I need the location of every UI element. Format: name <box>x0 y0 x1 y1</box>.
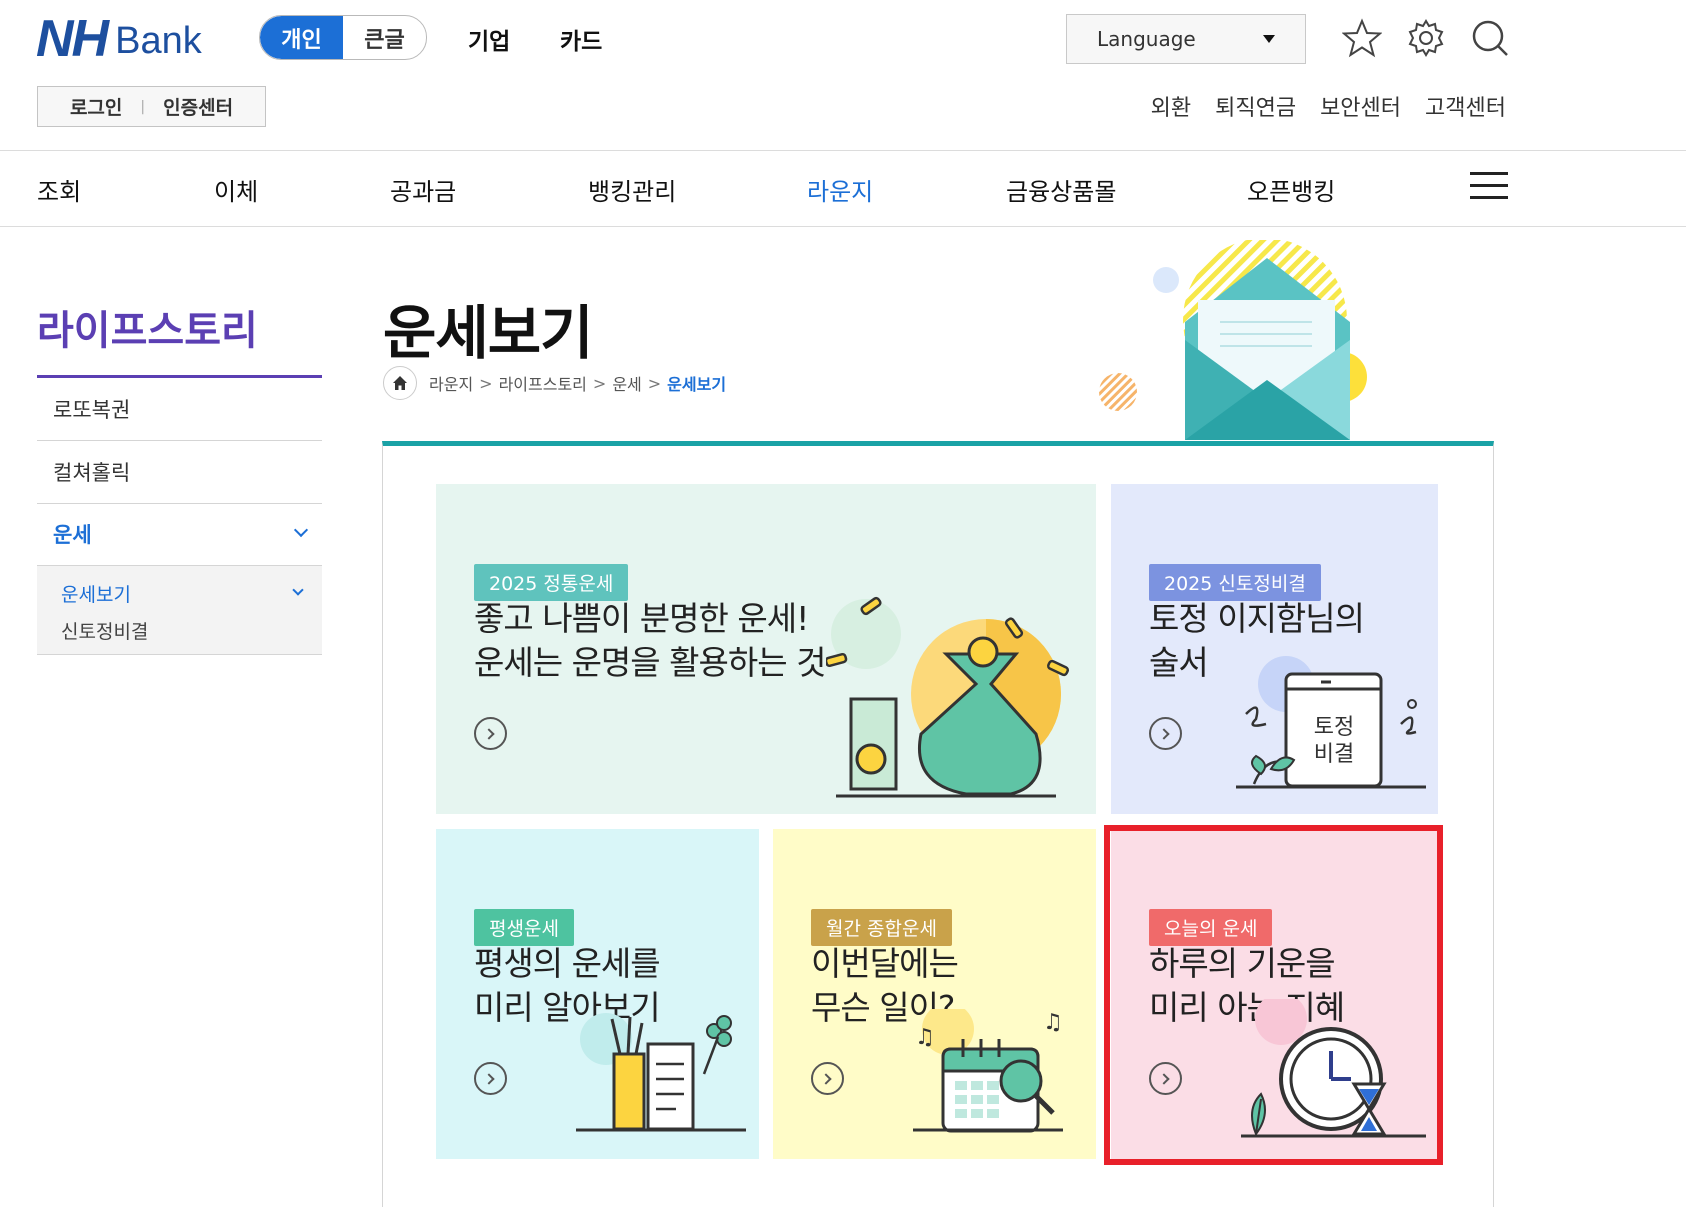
divider: | <box>140 98 146 115</box>
pen-document-illustration <box>576 1013 746 1132</box>
go-arrow-icon[interactable] <box>474 717 507 750</box>
nh-bank-logo[interactable]: NH Bank <box>36 10 202 68</box>
breadcrumb-current: 운세보기 <box>667 375 727 394</box>
logo-bank: Bank <box>115 20 202 62</box>
submenu-fortune-view[interactable]: 운세보기 <box>61 580 322 607</box>
book-title-line2: 비결 <box>1314 742 1354 767</box>
sidebar-title: 라이프스토리 <box>37 308 258 354</box>
go-arrow-icon[interactable] <box>811 1062 844 1095</box>
sidebar-item-fortune[interactable]: 운세 <box>37 503 322 566</box>
go-arrow-icon[interactable] <box>474 1062 507 1095</box>
sidebar-submenu: 운세보기 신토정비결 <box>37 566 322 655</box>
logo-nh: NH <box>36 10 109 68</box>
caret-down-icon <box>1263 35 1275 43</box>
large-text-mode-button[interactable]: 큰글 <box>343 16 426 59</box>
utility-nav: 외환 퇴직연금 보안센터 고객센터 <box>1151 90 1506 122</box>
card-title-line1: 좋고 나쁨이 분명한 운세! <box>474 599 809 638</box>
breadcrumb-lounge[interactable]: 라운지 <box>429 371 473 395</box>
language-select[interactable]: Language <box>1066 14 1306 64</box>
page-title: 운세보기 <box>383 299 593 367</box>
gnb-divider <box>0 226 1686 227</box>
hamburger-menu-icon[interactable] <box>1470 172 1508 202</box>
sidebar-item-label: 로또복권 <box>53 398 131 422</box>
sidebar-item-culture[interactable]: 컬쳐홀릭 <box>37 441 322 504</box>
breadcrumb-lifestory[interactable]: 라이프스토리 <box>499 371 587 395</box>
sidebar-item-label: 운세 <box>53 523 92 547</box>
card-traditional-fortune[interactable]: 2025 정통운세 좋고 나쁨이 분명한 운세! 운세는 운명을 활용하는 것 <box>436 484 1096 814</box>
util-customer[interactable]: 고객센터 <box>1425 90 1506 122</box>
gnb-inquiry[interactable]: 조회 <box>37 172 81 207</box>
language-label: Language <box>1097 27 1196 51</box>
svg-text:♫: ♫ <box>915 1025 935 1050</box>
card-title-line2: 운세는 운명을 활용하는 것 <box>474 643 826 682</box>
util-pension[interactable]: 퇴직연금 <box>1215 90 1296 122</box>
card-title-line2: 술서 <box>1149 643 1209 682</box>
personal-mode-button[interactable]: 개인 <box>260 16 343 59</box>
card-monthly-fortune[interactable]: 월간 종합운세 이번달에는 무슨 일이? ♫ ♫ <box>773 829 1096 1159</box>
search-icon[interactable] <box>1470 18 1510 58</box>
go-arrow-icon[interactable] <box>1149 717 1182 750</box>
card-title-line1: 평생의 운세를 <box>474 944 661 983</box>
topnav-card[interactable]: 카드 <box>560 22 602 56</box>
gnb-product-mall[interactable]: 금융상품몰 <box>1006 172 1116 207</box>
card-lifetime-fortune[interactable]: 평생운세 평생의 운세를 미리 알아보기 <box>436 829 759 1159</box>
login-link[interactable]: 로그인 <box>70 93 122 120</box>
util-security[interactable]: 보안센터 <box>1320 90 1401 122</box>
breadcrumb-fortune[interactable]: 운세 <box>612 371 641 395</box>
sidebar-item-label: 컬쳐홀릭 <box>53 461 131 485</box>
topnav-corporate[interactable]: 기업 <box>468 22 510 56</box>
submenu-new-tojeong[interactable]: 신토정비결 <box>61 621 148 643</box>
svg-text:♫: ♫ <box>1043 1010 1063 1035</box>
calendar-magnifier-illustration: ♫ ♫ <box>913 1009 1063 1133</box>
util-fx[interactable]: 외환 <box>1151 90 1191 122</box>
breadcrumb: 라운지 > 라이프스토리 > 운세 > 운세보기 <box>383 366 726 400</box>
sidebar-item-lotto[interactable]: 로또복권 <box>37 378 322 441</box>
cert-center-link[interactable]: 인증센터 <box>163 93 233 120</box>
selection-highlight-box <box>1104 825 1443 1165</box>
book-illustration: 토정 비결 <box>1236 656 1426 789</box>
envelope-illustration <box>1099 240 1367 440</box>
money-bag-illustration <box>826 596 1070 798</box>
page: NH Bank 개인 큰글 기업 카드 Language 로그인 | 인증센터 … <box>0 0 1686 1207</box>
gnb-transfer[interactable]: 이체 <box>214 172 258 207</box>
card-title-line1: 토정 이지함님의 <box>1149 599 1365 638</box>
book-title-line1: 토정 <box>1314 715 1354 740</box>
chevron-down-icon <box>293 522 309 538</box>
card-new-tojeong[interactable]: 2025 신토정비결 토정 이지함님의 술서 토정 비결 <box>1111 484 1438 814</box>
home-icon[interactable] <box>383 366 417 400</box>
gnb-banking-mgmt[interactable]: 뱅킹관리 <box>588 172 676 207</box>
gnb-open-banking[interactable]: 오픈뱅킹 <box>1247 172 1335 207</box>
gnb-utility-bills[interactable]: 공과금 <box>390 172 456 207</box>
gnb-lounge[interactable]: 라운지 <box>807 172 873 207</box>
header-divider <box>0 150 1686 151</box>
card-title-line1: 이번달에는 <box>811 944 959 983</box>
login-cert-box: 로그인 | 인증센터 <box>37 86 266 127</box>
view-mode-toggle: 개인 큰글 <box>259 15 427 60</box>
star-icon[interactable] <box>1342 18 1382 58</box>
settings-gear-icon[interactable] <box>1406 18 1446 58</box>
